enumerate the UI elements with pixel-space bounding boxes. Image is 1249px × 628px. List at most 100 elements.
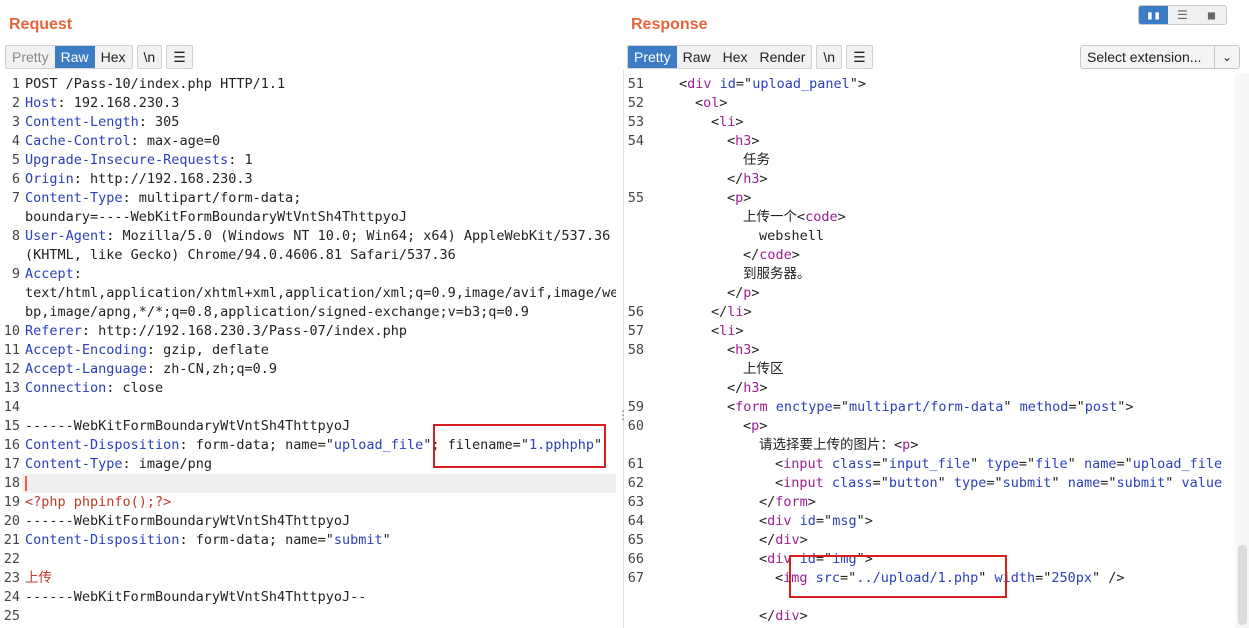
code-token: </	[743, 247, 760, 263]
code-line: <input class="button" type="submit" name…	[775, 474, 1222, 493]
line-number: 57	[627, 323, 644, 339]
code-token: >	[791, 247, 800, 263]
code-token: : multipart/form-data;	[122, 190, 302, 206]
code-line: </h3>	[727, 170, 768, 189]
code-token: </	[727, 171, 744, 187]
line-number: 60	[627, 418, 644, 434]
code-token: >	[735, 114, 744, 130]
tab-pretty[interactable]: Pretty	[6, 46, 55, 68]
code-line: 上传	[25, 569, 52, 588]
code-line: Content-Type: multipart/form-data;	[25, 189, 301, 208]
line-number	[624, 436, 644, 455]
code-line: <?php phpinfo();?>	[25, 493, 171, 512]
newline-toggle-button[interactable]: \n	[816, 45, 843, 69]
request-editor[interactable]: 1 POST /Pass-10/index.php HTTP/1.1 2 Host: …	[0, 73, 616, 628]
line-number	[0, 208, 20, 227]
code-line: Connection: close	[25, 379, 163, 398]
code-token: "	[382, 532, 391, 548]
code-token: : form-data; name="	[179, 532, 334, 548]
code-line: Accept-Language: zh-CN,zh;q=0.9	[25, 360, 277, 379]
request-toolbar: Pretty Raw Hex \n ☰	[5, 45, 193, 69]
line-number: 51	[627, 76, 644, 92]
code-token: " />	[1092, 570, 1125, 586]
code-token: >	[751, 133, 760, 149]
code-token: <	[775, 475, 784, 491]
code-line: Content-Disposition: form-data; name="su…	[25, 531, 391, 550]
tab-hex[interactable]: Hex	[717, 46, 754, 68]
tab-render[interactable]: Render	[754, 46, 812, 68]
code-token: Content-Disposition	[25, 437, 180, 453]
single-pane-icon[interactable]: ■	[1197, 6, 1226, 24]
code-token: input	[783, 475, 832, 491]
code-line: 上传区	[743, 360, 784, 379]
line-number: 55	[627, 190, 644, 206]
line-number: 2	[11, 95, 20, 111]
code-token: >	[759, 380, 768, 396]
line-number	[624, 607, 644, 626]
line-number: 64	[627, 513, 644, 529]
line-number: 53	[627, 114, 644, 130]
code-line: <p>	[727, 189, 751, 208]
code-token: </	[711, 304, 728, 320]
code-token: 到服务器。	[743, 266, 811, 282]
line-number	[0, 303, 20, 322]
code-token: file	[1035, 456, 1068, 472]
code-line: Cache-Control: max-age=0	[25, 132, 220, 151]
code-token: <	[727, 133, 736, 149]
line-number: 15	[3, 418, 20, 434]
tab-pretty[interactable]: Pretty	[628, 46, 677, 68]
line-number	[624, 227, 644, 246]
newline-toggle-button[interactable]: \n	[136, 45, 163, 69]
code-token: >	[759, 171, 768, 187]
text-caret	[25, 476, 27, 491]
menu-icon[interactable]: ☰	[846, 45, 873, 69]
code-token: ------WebKitFormBoundaryWtVntSh4ThttpyoJ	[25, 513, 351, 529]
split-horizontal-icon[interactable]: ▮▮	[1139, 6, 1168, 24]
code-token: >	[837, 209, 846, 225]
response-scrollbar-thumb[interactable]	[1238, 545, 1247, 625]
code-token: li	[719, 114, 736, 130]
menu-icon[interactable]: ☰	[166, 45, 193, 69]
line-number: 25	[3, 608, 20, 624]
line-number	[624, 284, 644, 303]
chevron-down-icon: ⌄	[1214, 46, 1239, 68]
line-number: 59	[627, 399, 644, 415]
code-token: code	[759, 247, 792, 263]
code-token: input	[783, 456, 832, 472]
response-title: Response	[631, 16, 708, 33]
code-token: "	[970, 456, 987, 472]
code-token: form	[735, 399, 776, 415]
code-line: Upgrade-Insecure-Requests: 1	[25, 151, 253, 170]
code-line: Origin: http://192.168.230.3	[25, 170, 253, 189]
code-token: ="	[872, 456, 889, 472]
tab-raw[interactable]: Raw	[54, 46, 95, 68]
tab-hex[interactable]: Hex	[95, 46, 132, 68]
tab-raw[interactable]: Raw	[677, 46, 717, 68]
split-vertical-icon[interactable]: ☰	[1168, 6, 1197, 24]
line-number: 10	[3, 323, 20, 339]
code-token: 250px	[1051, 570, 1093, 586]
code-token: li	[727, 304, 744, 320]
code-token: post	[1084, 399, 1118, 415]
line-number: 54	[627, 133, 644, 149]
code-token: ="	[1035, 570, 1052, 586]
line-number: 16	[3, 437, 20, 453]
code-token: </	[759, 494, 776, 510]
select-extension-dropdown[interactable]: Select extension... ⌄	[1080, 45, 1240, 69]
code-token: text/html,application/xhtml+xml,applicat…	[25, 285, 616, 301]
code-token: ">	[849, 76, 866, 92]
code-token: Upgrade-Insecure-Requests	[25, 152, 229, 168]
code-token: <	[775, 456, 784, 472]
code-token: : close	[106, 380, 164, 396]
code-token: Content-Disposition	[25, 532, 180, 548]
code-token: >	[759, 418, 768, 434]
code-token: webshell	[759, 228, 825, 244]
code-token: boundary=----WebKitFormBoundaryWtVntSh4T…	[25, 209, 408, 225]
line-number: 63	[627, 494, 644, 510]
code-line: webshell	[759, 227, 824, 246]
response-editor[interactable]: 51 <div id="upload_panel"> 52 <ol> 53 <li> 54 <…	[624, 73, 1235, 628]
code-token: upload_file	[1132, 456, 1223, 472]
code-token: >	[743, 304, 752, 320]
code-line: <form enctype="multipart/form-data" meth…	[727, 398, 1133, 417]
code-line: 到服务器。	[743, 265, 811, 284]
